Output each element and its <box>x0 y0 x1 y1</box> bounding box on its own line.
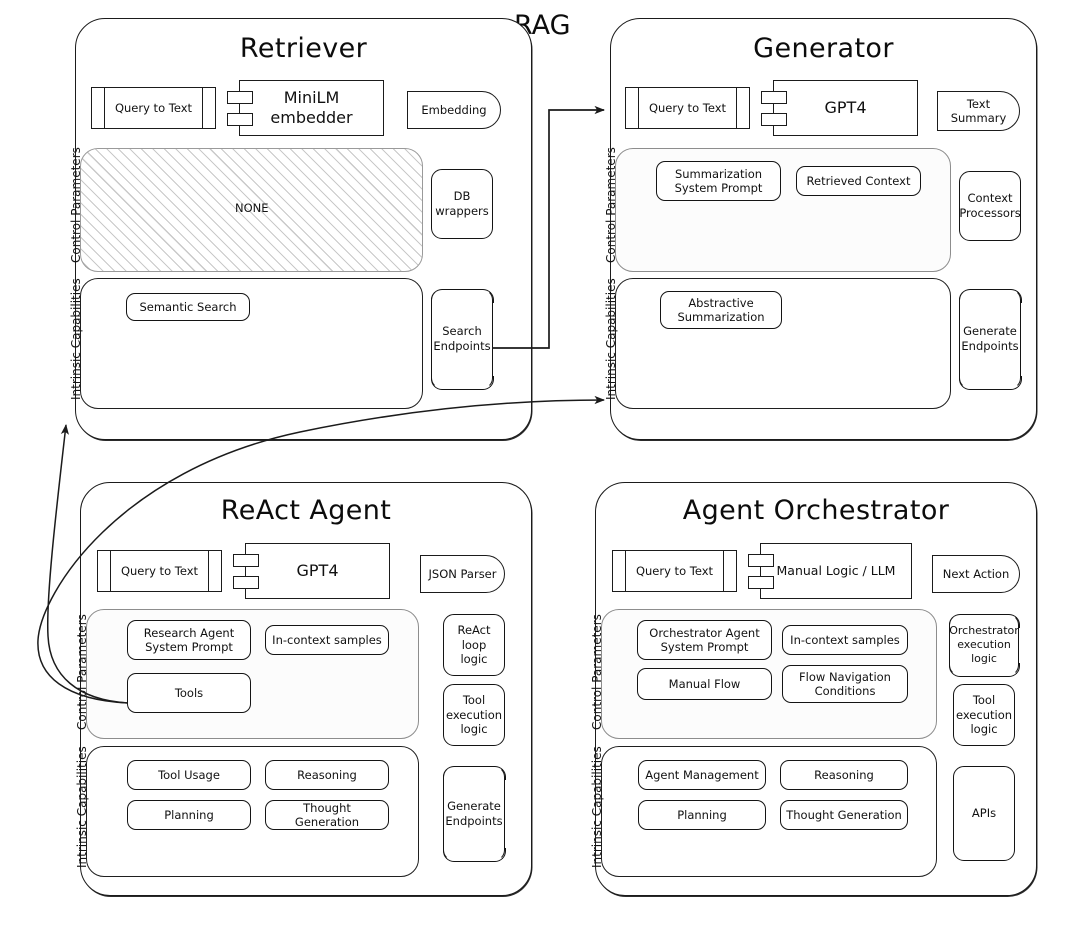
generator-capabilities-label: Intrinsic Capabilities <box>604 278 618 400</box>
orchestrator-intrinsic-capabilities: Intrinsic Capabilities Agent Management … <box>590 746 937 877</box>
orchestrator-capability-thought-generation[interactable]: Thought Generation <box>780 800 908 830</box>
react-agent-model-gpt4[interactable]: GPT4 <box>233 543 390 599</box>
component-tab-icon <box>761 113 787 126</box>
component-tab-icon <box>227 113 253 126</box>
generator-control-parameters: Control Parameters Summarization System … <box>604 147 951 272</box>
generator-control-summarization-system-prompt[interactable]: Summarization System Prompt <box>656 161 781 201</box>
retriever-rail-db-wrappers[interactable]: DB wrappers <box>431 169 493 239</box>
panel-title-retriever: Retriever <box>239 33 368 64</box>
component-tab-icon <box>748 554 774 567</box>
generator-input-query-to-text[interactable]: Query to Text <box>625 87 750 129</box>
orchestrator-rail-apis[interactable]: APIs <box>953 766 1015 861</box>
panel-title-generator: Generator <box>753 33 894 64</box>
react-agent-input-query-to-text[interactable]: Query to Text <box>97 550 222 592</box>
retriever-capability-semantic-search[interactable]: Semantic Search <box>126 293 250 321</box>
panel-react-agent[interactable]: ReAct Agent Query to Text GPT4 JSON Pars… <box>75 482 532 896</box>
react-agent-control-parameters-label: Control Parameters <box>75 614 89 730</box>
orchestrator-control-parameters-label: Control Parameters <box>590 614 604 730</box>
orchestrator-control-flow-navigation-conditions[interactable]: Flow Navigation Conditions <box>782 665 908 703</box>
orchestrator-control-orchestrator-agent-system-prompt[interactable]: Orchestrator Agent System Prompt <box>637 620 772 660</box>
component-tab-icon <box>233 554 259 567</box>
generator-capability-abstractive-summarization[interactable]: Abstractive Summarization <box>660 291 782 329</box>
retriever-control-parameters-label: Control Parameters <box>69 147 83 263</box>
orchestrator-control-in-context-samples[interactable]: In-context samples <box>782 625 908 655</box>
retriever-capabilities-label: Intrinsic Capabilities <box>69 278 83 400</box>
react-agent-capability-reasoning[interactable]: Reasoning <box>265 760 389 790</box>
react-agent-control-in-context-samples[interactable]: In-context samples <box>265 625 389 655</box>
retriever-model-label: MiniLM embedder <box>270 88 353 127</box>
orchestrator-rail-tool-execution-logic[interactable]: Tool execution logic <box>953 684 1015 746</box>
orchestrator-model-manual-logic-llm[interactable]: Manual Logic / LLM <box>748 543 912 599</box>
orchestrator-capability-planning[interactable]: Planning <box>638 800 766 830</box>
component-tab-icon <box>748 576 774 589</box>
orchestrator-output-next-action[interactable]: Next Action <box>932 555 1020 593</box>
generator-intrinsic-capabilities: Intrinsic Capabilities Abstractive Summa… <box>604 278 951 409</box>
retriever-output-embedding[interactable]: Embedding <box>407 91 501 129</box>
orchestrator-control-parameters: Control Parameters Orchestrator Agent Sy… <box>590 609 937 739</box>
react-agent-capability-tool-usage[interactable]: Tool Usage <box>127 760 251 790</box>
orchestrator-capability-reasoning[interactable]: Reasoning <box>780 760 908 790</box>
component-tab-icon <box>761 91 787 104</box>
react-agent-capability-thought-generation[interactable]: Thought Generation <box>265 800 389 830</box>
generator-rail-generate-endpoints[interactable]: Generate Endpoints <box>958 288 1022 390</box>
generator-model-gpt4[interactable]: GPT4 <box>761 80 918 136</box>
retriever-output-label: Embedding <box>421 102 487 117</box>
retriever-input-query-to-text[interactable]: Query to Text <box>91 87 216 129</box>
panel-title-react-agent: ReAct Agent <box>220 495 392 526</box>
react-agent-rail-tool-execution-logic[interactable]: Tool execution logic <box>443 684 505 746</box>
retriever-control-parameters: Control Parameters NONE <box>69 147 423 272</box>
orchestrator-rail-orchestrator-execution-logic[interactable]: Orchestrator execution logic <box>948 613 1020 677</box>
generator-control-parameters-label: Control Parameters <box>604 147 618 263</box>
react-agent-rail-react-loop-logic[interactable]: ReAct loop logic <box>443 614 505 676</box>
retriever-input-label: Query to Text <box>114 101 193 115</box>
react-agent-intrinsic-capabilities: Intrinsic Capabilities Tool Usage Reason… <box>75 746 419 877</box>
retriever-rail-search-endpoints[interactable]: Search Endpoints <box>430 288 494 390</box>
generator-rail-context-processors[interactable]: Context Processors <box>959 171 1021 241</box>
diagram-canvas: RAG Retriever Query to Text MiniLM embed… <box>0 0 1080 946</box>
react-agent-output-json-parser[interactable]: JSON Parser <box>420 555 505 593</box>
orchestrator-capabilities-label: Intrinsic Capabilities <box>590 746 604 868</box>
retriever-model-minilm[interactable]: MiniLM embedder <box>227 80 384 136</box>
retriever-intrinsic-capabilities: Intrinsic Capabilities Semantic Search <box>69 278 423 409</box>
retriever-control-none: NONE <box>235 201 269 215</box>
orchestrator-control-manual-flow[interactable]: Manual Flow <box>637 668 772 700</box>
component-tab-icon <box>233 576 259 589</box>
panel-title-agent-orchestrator: Agent Orchestrator <box>682 495 950 526</box>
react-agent-control-research-agent-system-prompt[interactable]: Research Agent System Prompt <box>127 620 251 660</box>
react-agent-control-tools[interactable]: Tools <box>127 673 251 713</box>
orchestrator-capability-agent-management[interactable]: Agent Management <box>638 760 766 790</box>
react-agent-capability-planning[interactable]: Planning <box>127 800 251 830</box>
generator-control-retrieved-context[interactable]: Retrieved Context <box>796 166 921 196</box>
react-agent-control-parameters: Control Parameters Research Agent System… <box>75 609 419 739</box>
panel-agent-orchestrator[interactable]: Agent Orchestrator Query to Text Manual … <box>590 482 1037 896</box>
panel-generator[interactable]: Generator Query to Text GPT4 Text Summar… <box>604 18 1037 440</box>
react-agent-capabilities-label: Intrinsic Capabilities <box>75 746 89 868</box>
react-agent-rail-generate-endpoints[interactable]: Generate Endpoints <box>442 765 506 862</box>
component-tab-icon <box>227 91 253 104</box>
generator-output-text-summary[interactable]: Text Summary <box>937 91 1020 131</box>
orchestrator-input-query-to-text[interactable]: Query to Text <box>612 550 737 592</box>
panel-retriever[interactable]: Retriever Query to Text MiniLM embedder … <box>69 18 532 440</box>
